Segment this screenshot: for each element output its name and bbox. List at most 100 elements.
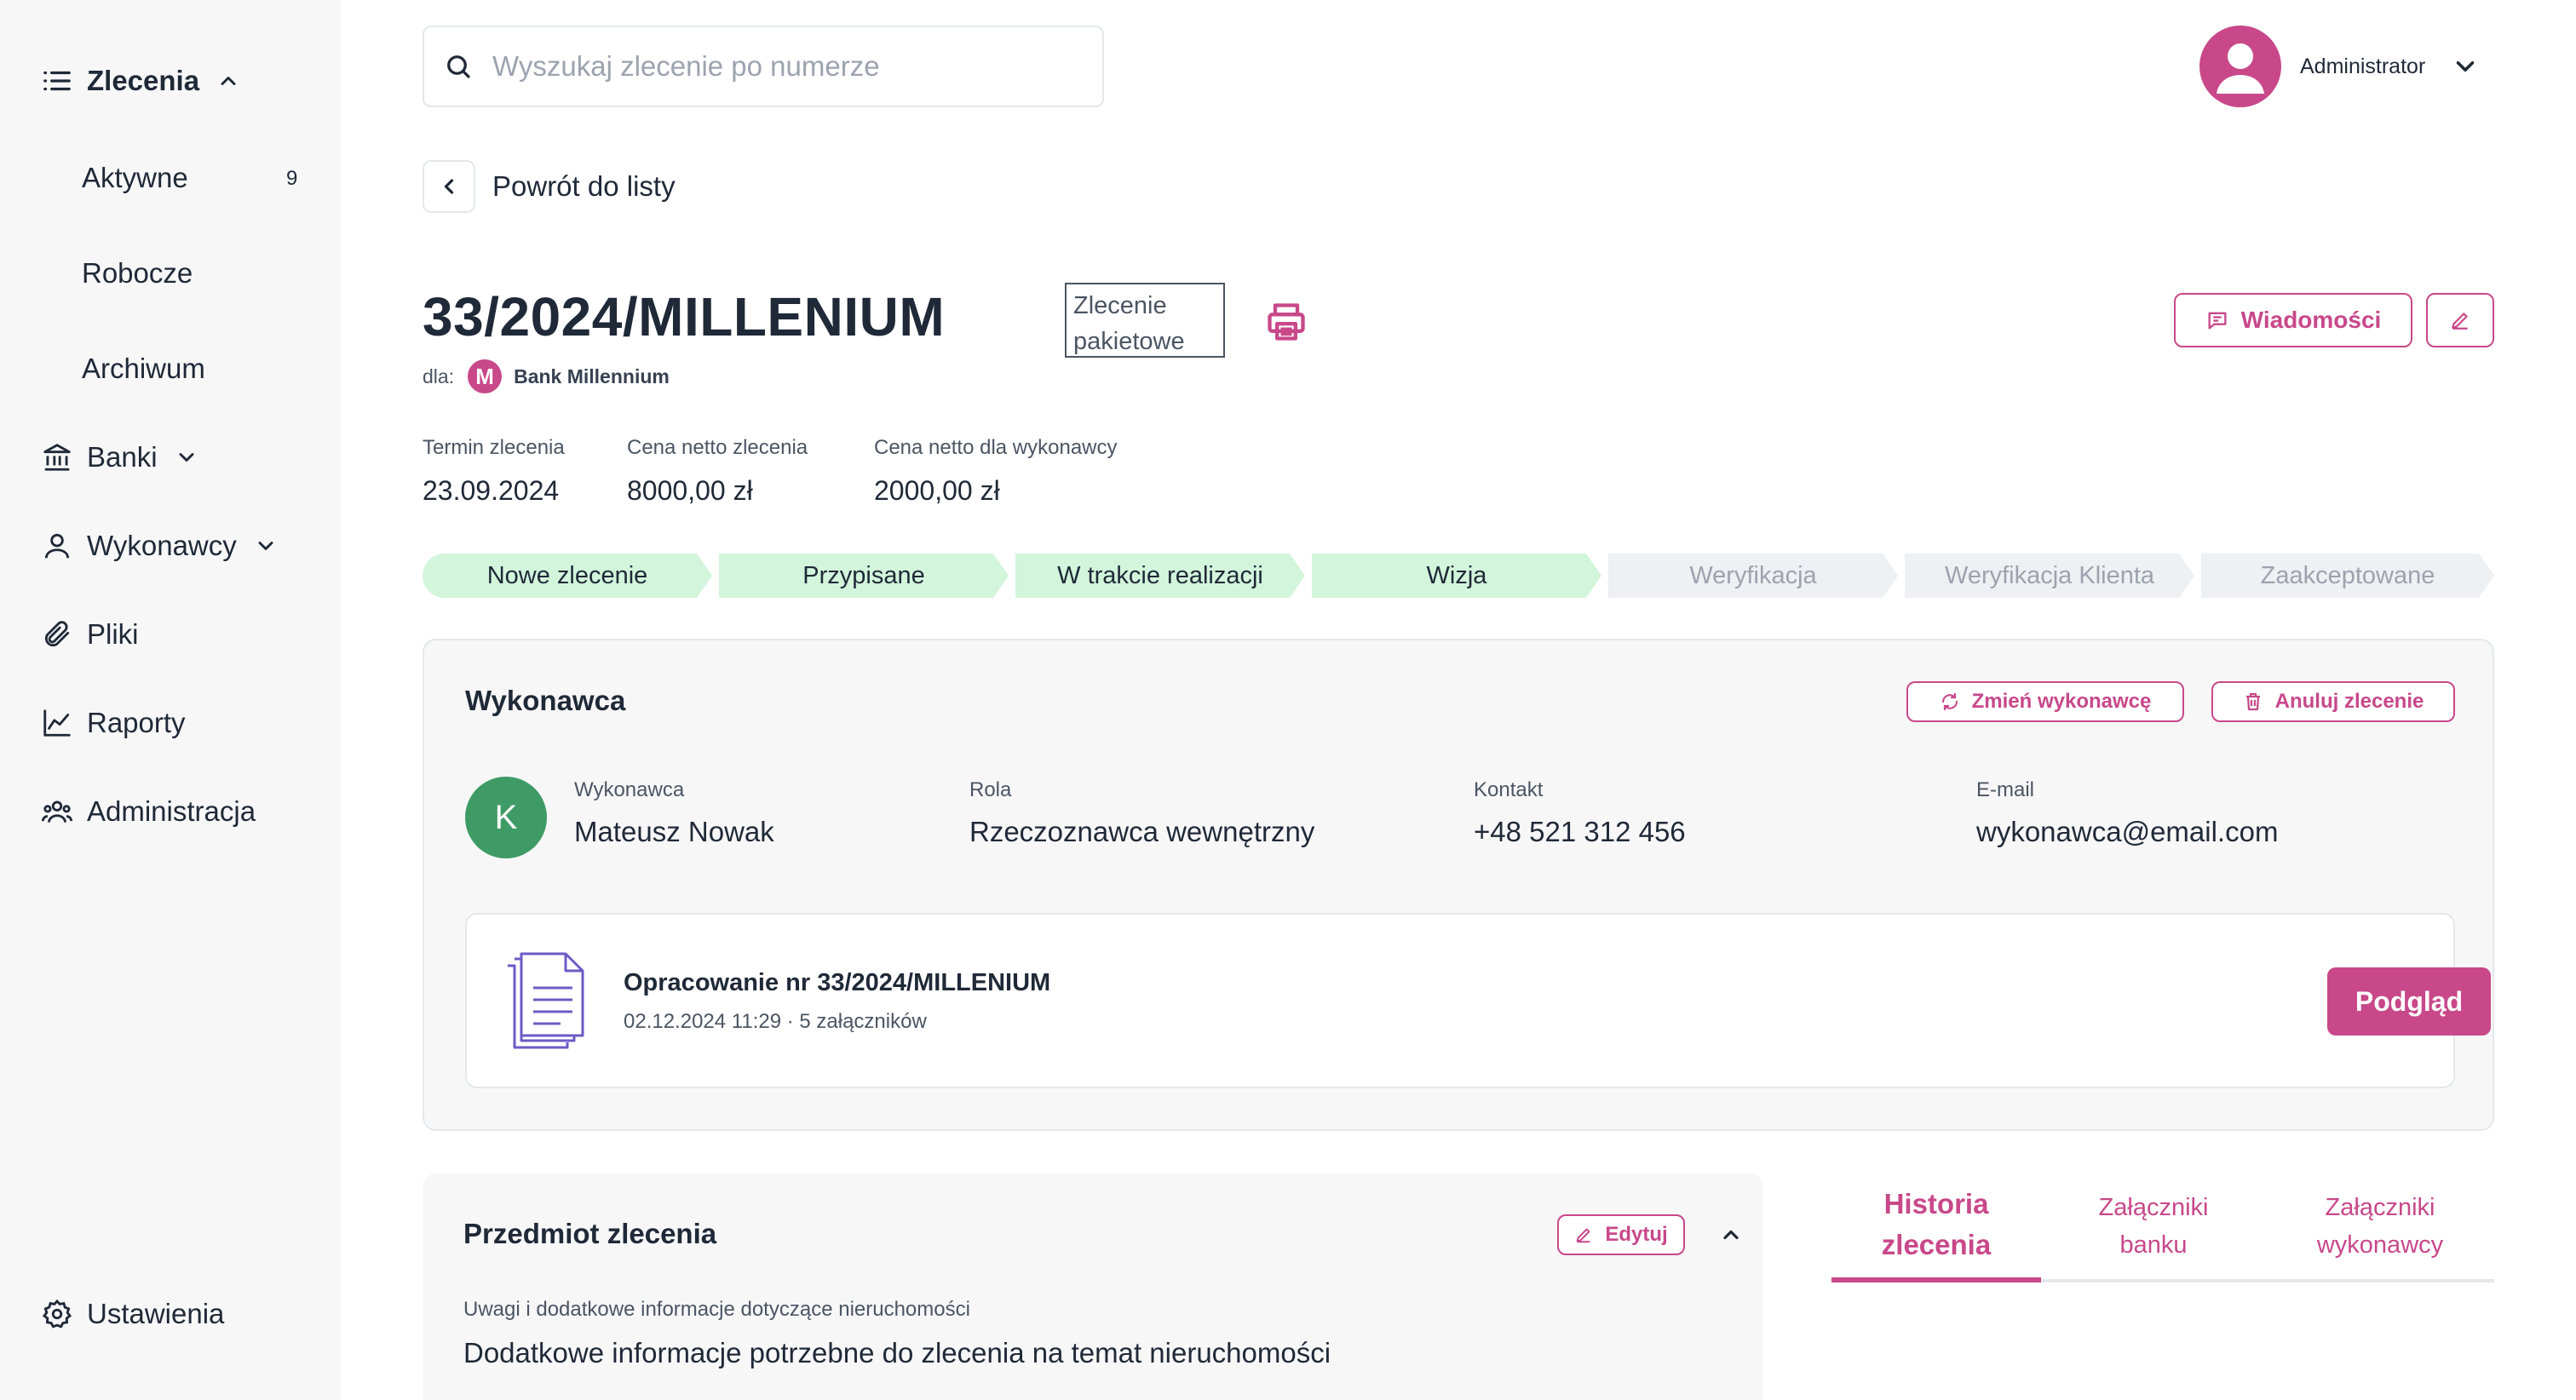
chevron-down-icon[interactable] — [2451, 52, 2480, 81]
back-label: Powrót do listy — [492, 170, 676, 202]
pencil-icon — [1576, 1228, 1590, 1243]
users-icon — [41, 800, 73, 823]
cancel-order-button[interactable]: Anuluj zlecenie — [2211, 681, 2455, 722]
sidebar-item-orders[interactable]: Zlecenia — [41, 65, 240, 97]
performer-role: Rzeczoznawca wewnętrzny — [969, 816, 1315, 847]
preview-button[interactable]: Podgląd — [2327, 967, 2491, 1036]
document-meta: 02.12.2024 11:29 · 5 załączników — [624, 1010, 927, 1033]
pencil-icon — [2452, 313, 2468, 330]
contractor-price-label: Cena netto dla wykonawcy — [874, 436, 1118, 459]
chevron-up-icon[interactable] — [1719, 1223, 1743, 1247]
bank-logo: M — [468, 359, 503, 393]
gear-icon — [42, 1299, 72, 1328]
tab-order-history[interactable]: Historia zlecenia — [1831, 1184, 2041, 1265]
tab-label-line1: Załączniki — [2325, 1194, 2435, 1221]
sidebar-item-label: Ustawienia — [87, 1298, 225, 1329]
tab-label-line2: zlecenia — [1881, 1229, 1992, 1260]
sidebar-item-active[interactable]: Aktywne — [82, 162, 188, 194]
messages-label: Wiadomości — [2240, 307, 2382, 333]
status-step: W trakcie realizacji — [1015, 554, 1305, 598]
avatar — [2199, 26, 2281, 107]
sidebar: Zlecenia Aktywne 9 Robocze Archiwum Bank… — [0, 0, 341, 1400]
active-count-badge: 9 — [286, 167, 298, 190]
performer-name: Mateusz Nowak — [574, 816, 774, 847]
status-step: Zaakceptowane — [2201, 554, 2494, 598]
deadline-label: Termin zlecenia — [423, 436, 565, 459]
status-step: Wizja — [1312, 554, 1601, 598]
edit-subject-button[interactable]: Edytuj — [1557, 1214, 1685, 1255]
net-price-value: 8000,00 zł — [627, 475, 753, 506]
change-performer-button[interactable]: Zmień wykonawcę — [1906, 681, 2184, 722]
user-icon — [44, 533, 70, 559]
search-bar — [423, 26, 1104, 107]
sidebar-item-contractors[interactable]: Wykonawcy — [41, 530, 278, 562]
tab-label-line2: wykonawcy — [2316, 1231, 2444, 1259]
status-step: Weryfikacja Klienta — [1905, 554, 2194, 598]
tab-label-line1: Historia — [1883, 1188, 1989, 1219]
user-avatar-icon — [2217, 43, 2264, 94]
sidebar-item-label: Banki — [87, 441, 158, 473]
for-label: dla: — [423, 364, 455, 387]
performer-section-title: Wykonawca — [465, 685, 626, 716]
performer-name-label: Wykonawca — [574, 778, 685, 801]
performer-contact-label: Kontakt — [1474, 778, 1544, 801]
search-icon — [447, 55, 470, 78]
back-button[interactable] — [423, 160, 475, 213]
status-step: Weryfikacja — [1608, 554, 1898, 598]
sidebar-item-files[interactable]: Pliki — [41, 618, 139, 651]
chevron-down-icon[interactable] — [254, 534, 278, 558]
notes-label: Uwagi i dodatkowe informacje dotyczące n… — [463, 1298, 970, 1321]
status-step: Przypisane — [719, 554, 1009, 598]
performer-role-label: Rola — [969, 778, 1012, 801]
tab-label-line2: banku — [2119, 1231, 2188, 1259]
cancel-order-label: Anuluj zlecenie — [2274, 690, 2424, 713]
chevron-left-icon — [444, 179, 454, 194]
trash-icon — [2245, 692, 2260, 711]
messages-button[interactable]: Wiadomości — [2174, 293, 2412, 347]
search-input[interactable] — [492, 50, 1003, 83]
performer-email: wykonawca@email.com — [1976, 816, 2279, 847]
list-icon — [43, 71, 71, 91]
packet-order-badge: Zlecenie pakietowe — [1065, 283, 1225, 358]
document-title: Opracowanie nr 33/2024/MILLENIUM — [624, 969, 1051, 996]
sidebar-item-label: Pliki — [87, 618, 139, 650]
sidebar-item-administration[interactable]: Administracja — [41, 795, 256, 828]
status-step: Nowe zlecenie — [423, 554, 712, 598]
change-performer-label: Zmień wykonawcę — [1971, 690, 2152, 713]
sidebar-item-banks[interactable]: Banki — [41, 441, 198, 473]
printer-icon[interactable] — [1264, 300, 1308, 344]
chevron-down-icon[interactable] — [175, 445, 198, 469]
sidebar-item-label: Raporty — [87, 707, 186, 738]
document-icon — [508, 952, 584, 1049]
chevron-up-icon[interactable] — [216, 69, 240, 93]
performer-email-label: E-mail — [1976, 778, 2035, 801]
message-icon — [2208, 312, 2227, 330]
active-tab-indicator — [1831, 1277, 2041, 1282]
edit-order-button[interactable] — [2426, 293, 2494, 347]
tab-bank-attachments[interactable]: Załączniki banku — [2044, 1189, 2263, 1264]
back-to-list[interactable]: Powrót do listy — [423, 160, 676, 213]
tab-performer-attachments[interactable]: Załączniki wykonawcy — [2266, 1189, 2494, 1264]
sidebar-item-label: Wykonawcy — [87, 530, 237, 561]
sidebar-item-drafts[interactable]: Robocze — [82, 257, 193, 290]
edit-label: Edytuj — [1605, 1223, 1668, 1246]
net-price-label: Cena netto zlecenia — [627, 436, 808, 459]
sidebar-item-reports[interactable]: Raporty — [41, 707, 186, 739]
document-item: Opracowanie nr 33/2024/MILLENIUM 02.12.2… — [465, 913, 2491, 1088]
refresh-icon — [1941, 692, 1958, 711]
subject-title: Przedmiot zlecenia — [463, 1218, 717, 1249]
contractor-price-value: 2000,00 zł — [874, 475, 1000, 506]
performer-avatar: K — [465, 777, 547, 858]
deadline-value: 23.09.2024 — [423, 475, 560, 506]
sidebar-item-settings[interactable]: Ustawienia — [41, 1298, 224, 1330]
sidebar-item-label: Administracja — [87, 795, 256, 827]
user-name: Administrator — [2300, 54, 2426, 78]
tab-label-line1: Załączniki — [2098, 1194, 2209, 1221]
page-title: 33/2024/MILLENIUM — [423, 286, 946, 347]
sidebar-item-archive[interactable]: Archiwum — [82, 353, 205, 385]
paperclip-icon — [44, 621, 70, 647]
order-client: dla: M Bank Millennium — [423, 359, 670, 393]
line-chart-icon — [43, 709, 71, 737]
performer-card: Wykonawca Zmień wykonawcę Anuluj zleceni… — [423, 639, 2494, 1131]
user-menu[interactable]: Administrator — [2199, 26, 2480, 107]
